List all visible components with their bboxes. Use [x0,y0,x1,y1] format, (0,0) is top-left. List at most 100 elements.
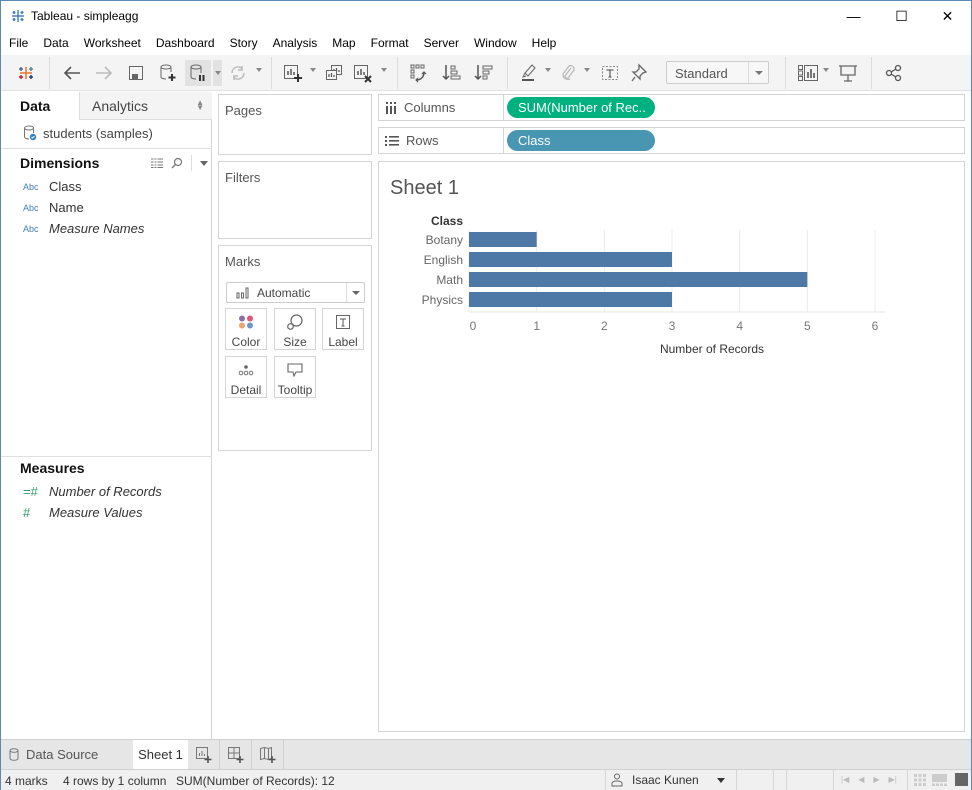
swap-rows-columns-button[interactable] [407,60,431,86]
chevron-down-icon [748,62,768,83]
sort-descending-button[interactable] [472,60,496,86]
size-button[interactable]: Size [274,308,316,350]
new-data-source-button[interactable] [155,60,181,86]
new-worksheet-dropdown[interactable] [310,68,316,72]
tableau-logo-button[interactable] [13,60,39,86]
highlight-button[interactable] [518,60,542,86]
menu-file[interactable]: File [1,33,35,53]
menu-help[interactable]: Help [524,33,564,53]
clear-sheet-button[interactable] [351,60,375,86]
user-menu[interactable]: Isaac Kunen [611,770,735,790]
tooltip-button[interactable]: Tooltip [274,356,316,398]
highlight-dropdown[interactable] [545,68,551,72]
new-worksheet-icon [284,65,302,82]
columns-shelf[interactable]: Columns SUM(Number of Rec.. [378,94,965,121]
rows-pill[interactable]: Class [507,130,655,151]
new-worksheet-tab-button[interactable] [188,740,220,769]
toolbar [1,55,971,91]
paperclip-icon [562,64,575,81]
menu-analysis[interactable]: Analysis [265,33,325,53]
data-source-tab[interactable]: Data Source [9,740,133,769]
last-sheet-icon[interactable]: ▶| [889,775,897,784]
menu-server[interactable]: Server [416,33,466,53]
share-button[interactable] [882,60,906,86]
marks-card: Marks Automatic Color Size Label Detail … [218,245,372,451]
presentation-mode-button[interactable] [836,60,860,86]
new-dashboard-tab-button[interactable] [220,740,252,769]
field-number-of-records[interactable]: =# Number of Records [23,484,162,499]
label-icon [336,315,350,329]
collapse-toggle-icon[interactable]: ▲ ▼ [196,99,204,112]
mark-type-select[interactable]: Automatic [226,282,365,303]
field-measure-names[interactable]: Abc Measure Names [23,221,144,236]
first-sheet-icon[interactable]: |◀ [841,775,849,784]
detail-button[interactable]: Detail [225,356,267,398]
pause-dropdown[interactable] [213,60,222,86]
field-name: Number of Records [49,484,162,499]
view-list-icon[interactable] [151,158,163,168]
refresh-dropdown[interactable] [256,68,262,72]
clear-sheet-dropdown[interactable] [381,68,387,72]
columns-pill[interactable]: SUM(Number of Rec.. [507,97,655,118]
sort-ascending-button[interactable] [440,60,464,86]
menu-dashboard[interactable]: Dashboard [148,33,222,53]
database-icon [9,748,19,761]
label-button[interactable]: Label [322,308,364,350]
tab-analytics[interactable]: Analytics ▲ ▼ [79,92,212,120]
rows-icon [385,135,399,146]
dimensions-tools [151,155,208,171]
menu-story[interactable]: Story [222,33,265,53]
show-me-button[interactable] [796,60,820,86]
fix-axes-button[interactable] [627,60,651,86]
category-label-english: English [424,253,463,267]
menu-worksheet[interactable]: Worksheet [76,33,148,53]
dimensions-menu-chevron-icon[interactable] [200,160,208,166]
previous-sheet-icon[interactable]: ◀ [858,775,864,784]
rows-shelf[interactable]: Rows Class [378,127,965,154]
datasource-item[interactable]: students (samples) [23,125,153,141]
highlighter-icon [522,64,536,81]
field-class[interactable]: Abc Class [23,179,82,194]
duplicate-sheet-button[interactable] [322,60,346,86]
refresh-button[interactable] [226,60,250,86]
tab-analytics-label: Analytics [92,98,149,114]
back-button[interactable] [59,60,85,86]
menu-format[interactable]: Format [363,33,416,53]
x-tick-label: 0 [470,319,477,333]
sheet-sorter-icon[interactable] [914,774,926,786]
calculated-number-icon: =# [23,484,38,499]
close-button[interactable]: ✕ [925,1,970,31]
title-bar: Tableau - simpleagg — ☐ ✕ [1,1,971,31]
pause-auto-updates-button[interactable] [185,60,211,86]
tabs-view-icon[interactable] [955,773,968,786]
new-story-tab-button[interactable] [252,740,284,769]
duplicate-icon [326,65,342,80]
next-sheet-icon[interactable]: ▶ [873,775,879,784]
menu-map[interactable]: Map [324,33,362,53]
color-button[interactable]: Color [225,308,267,350]
pages-card[interactable]: Pages [218,94,372,155]
tooltip-label: Tooltip [277,383,313,397]
minimize-button[interactable]: — [831,1,876,31]
save-button[interactable] [124,60,148,86]
show-mark-labels-button[interactable] [598,60,622,86]
filmstrip-icon[interactable] [932,774,947,786]
menu-window[interactable]: Window [466,33,524,53]
field-name-dim[interactable]: Abc Name [23,200,84,215]
category-label-botany: Botany [426,233,463,247]
filters-card[interactable]: Filters [218,161,372,239]
data-pane: Data Analytics ▲ ▼ students (samples) Dim… [1,92,212,739]
new-worksheet-button[interactable] [281,60,305,86]
search-icon[interactable] [171,157,183,169]
field-measure-values[interactable]: # Measure Values [23,505,142,520]
forward-button[interactable] [91,60,117,86]
pin-icon [631,63,648,82]
fit-select[interactable]: Standard [666,61,769,84]
maximize-button[interactable]: ☐ [879,1,924,31]
sheet-1-tab[interactable]: Sheet 1 [133,740,188,769]
show-me-dropdown[interactable] [823,68,829,72]
tab-data[interactable]: Data [1,92,79,120]
group-members-button[interactable] [557,60,579,86]
menu-data[interactable]: Data [35,33,75,53]
group-dropdown[interactable] [584,68,590,72]
